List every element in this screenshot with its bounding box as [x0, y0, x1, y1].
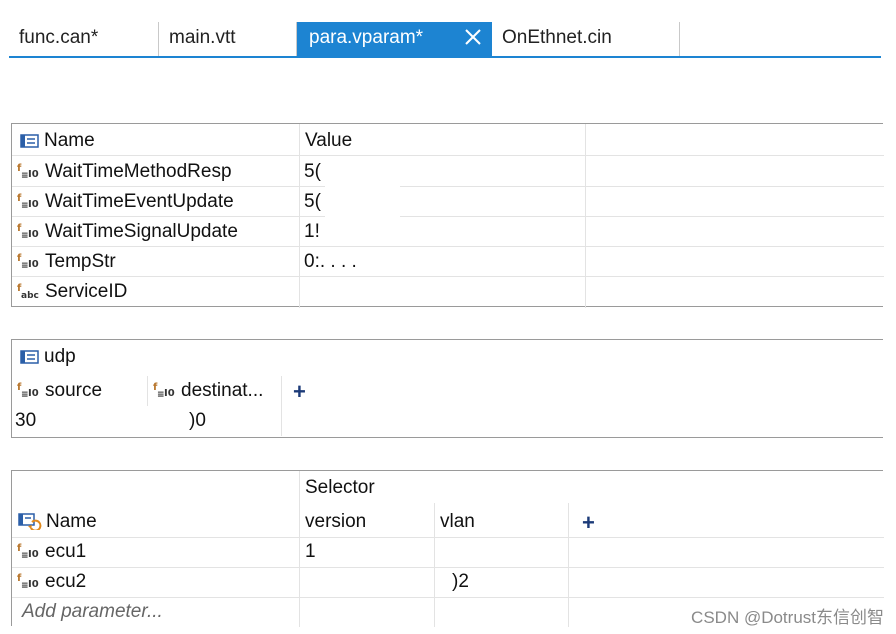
- table-header-row: Name Value: [12, 126, 884, 156]
- table-row[interactable]: ecu2 )2: [12, 567, 884, 597]
- int-param-icon: [17, 572, 41, 590]
- header-value[interactable]: Value: [305, 126, 352, 156]
- tab-label: main.vtt: [169, 27, 236, 48]
- add-column-button[interactable]: +: [582, 506, 595, 536]
- int-param-icon: [17, 542, 41, 560]
- struct-icon: [20, 349, 40, 365]
- selector-label: Selector: [305, 477, 375, 498]
- tab-main-vtt[interactable]: main.vtt: [159, 22, 297, 56]
- udp-title: udp: [20, 342, 76, 372]
- table-row[interactable]: WaitTimeEventUpdate 5(: [12, 187, 884, 217]
- param-name: WaitTimeMethodResp: [17, 157, 232, 187]
- int-param-icon: [17, 222, 41, 240]
- tab-label: func.can*: [19, 27, 99, 48]
- tab-onethnet-cin[interactable]: OnEthnet.cin: [492, 22, 680, 56]
- int-param-icon: [153, 381, 177, 399]
- int-param-icon: [17, 162, 41, 180]
- header-name[interactable]: Name: [20, 126, 95, 156]
- add-parameter-placeholder[interactable]: Add parameter...: [22, 597, 163, 627]
- table-row[interactable]: ServiceID: [12, 277, 884, 307]
- selector-group-header: Selector: [12, 473, 884, 503]
- add-column-button[interactable]: +: [293, 375, 306, 405]
- ecu-vlan[interactable]: )2: [452, 567, 469, 597]
- int-param-icon: [17, 381, 41, 399]
- table-row[interactable]: WaitTimeSignalUpdate 1!: [12, 217, 884, 247]
- struct-icon: [20, 133, 40, 149]
- udp-values-row[interactable]: 30 )0: [12, 406, 884, 436]
- param-name: ServiceID: [17, 277, 127, 307]
- close-icon[interactable]: [462, 26, 484, 48]
- column-source[interactable]: source: [17, 376, 102, 406]
- redacted-region: [325, 160, 400, 245]
- tab-underline: [9, 56, 881, 58]
- tab-label: OnEthnet.cin: [502, 27, 612, 48]
- param-value[interactable]: 5(: [304, 157, 321, 187]
- tab-para-vparam[interactable]: para.vparam*: [297, 22, 492, 56]
- header-version[interactable]: version: [305, 507, 366, 537]
- string-param-icon: [17, 282, 41, 300]
- table-row[interactable]: TempStr 0:. . . .: [12, 247, 884, 277]
- editor-tab-bar: func.can* main.vtt para.vparam* OnEthnet…: [9, 22, 881, 56]
- ecu-name: ecu2: [17, 567, 86, 597]
- param-value[interactable]: 1!: [304, 217, 320, 247]
- parameters-table: Name Value WaitTimeMethodResp 5( WaitTim…: [11, 123, 884, 308]
- table-row[interactable]: WaitTimeMethodResp 5(: [12, 157, 884, 187]
- ecu-column-header: Name version vlan +: [12, 507, 884, 537]
- tab-label: para.vparam*: [309, 27, 424, 48]
- udp-column-header: source destinat... +: [12, 375, 884, 436]
- ecu-version[interactable]: 1: [305, 537, 316, 567]
- param-value[interactable]: 5(: [304, 187, 321, 217]
- tab-func-can[interactable]: func.can*: [9, 22, 159, 56]
- param-name: TempStr: [17, 247, 116, 277]
- column-destination[interactable]: destinat...: [153, 376, 263, 406]
- watermark: CSDN @Dotrust东信创智: [691, 608, 884, 627]
- selector-icon: [18, 512, 42, 530]
- int-param-icon: [17, 192, 41, 210]
- param-name: WaitTimeEventUpdate: [17, 187, 234, 217]
- table-row[interactable]: ecu1 1: [12, 537, 884, 567]
- source-value[interactable]: 30: [15, 406, 36, 436]
- ecu-name: ecu1: [17, 537, 86, 567]
- udp-title-row: udp: [12, 342, 884, 372]
- header-vlan[interactable]: vlan: [440, 507, 475, 537]
- int-param-icon: [17, 252, 41, 270]
- udp-table: udp source destinat... + 30 )0: [11, 339, 883, 438]
- param-name: WaitTimeSignalUpdate: [17, 217, 238, 247]
- header-name[interactable]: Name: [18, 507, 97, 537]
- destination-value[interactable]: )0: [189, 406, 206, 436]
